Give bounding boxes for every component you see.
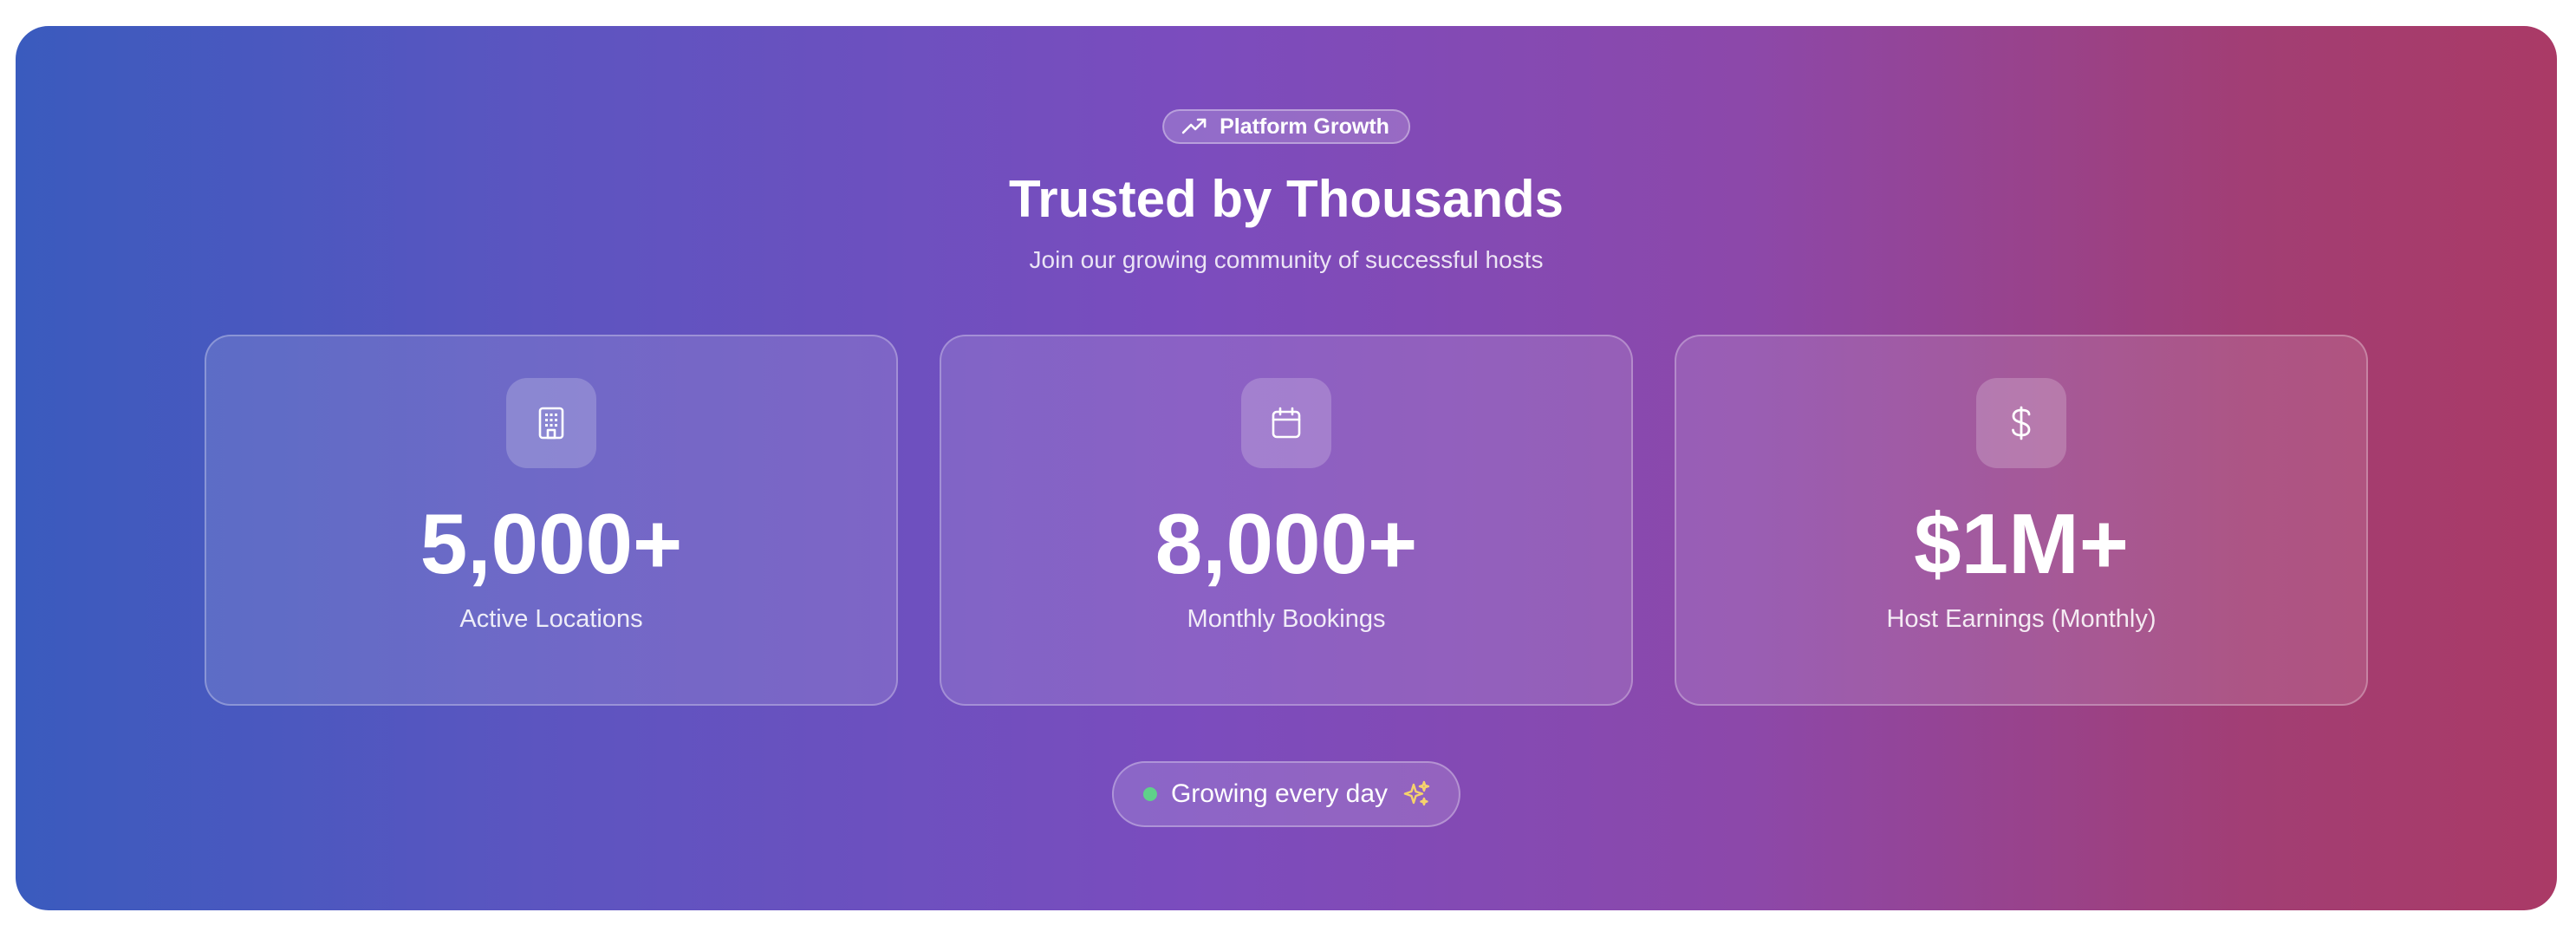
stat-icon-box	[506, 378, 596, 468]
growing-label: Growing every day	[1170, 779, 1389, 808]
stat-card-locations: 5,000+ Active Locations	[205, 335, 898, 706]
growing-status-pill: Growing every day	[1111, 761, 1461, 827]
badge-label: Platform Growth	[1220, 114, 1389, 139]
trending-up-icon	[1181, 117, 1207, 136]
stat-label: Monthly Bookings	[1187, 605, 1386, 633]
platform-growth-badge: Platform Growth	[1162, 109, 1410, 144]
sparkles-icon	[1402, 779, 1431, 809]
page-title: Trusted by Thousands	[1008, 170, 1564, 228]
stat-label: Active Locations	[459, 605, 643, 633]
stat-label: Host Earnings (Monthly)	[1886, 605, 2156, 633]
stat-value: 5,000+	[420, 496, 683, 591]
stat-icon-box	[1241, 378, 1331, 468]
stat-card-earnings: $1M+ Host Earnings (Monthly)	[1675, 335, 2368, 706]
stat-value: $1M+	[1914, 496, 2129, 591]
stats-banner: Platform Growth Trusted by Thousands Joi…	[16, 26, 2557, 910]
calendar-icon	[1270, 406, 1303, 440]
stat-value: 8,000+	[1155, 496, 1418, 591]
stat-card-bookings: 8,000+ Monthly Bookings	[940, 335, 1633, 706]
status-dot-icon	[1142, 787, 1157, 801]
building-icon	[536, 406, 567, 440]
stat-icon-box	[1976, 378, 2066, 468]
page-subtitle: Join our growing community of successful…	[1029, 246, 1544, 273]
dollar-icon	[2008, 405, 2034, 441]
